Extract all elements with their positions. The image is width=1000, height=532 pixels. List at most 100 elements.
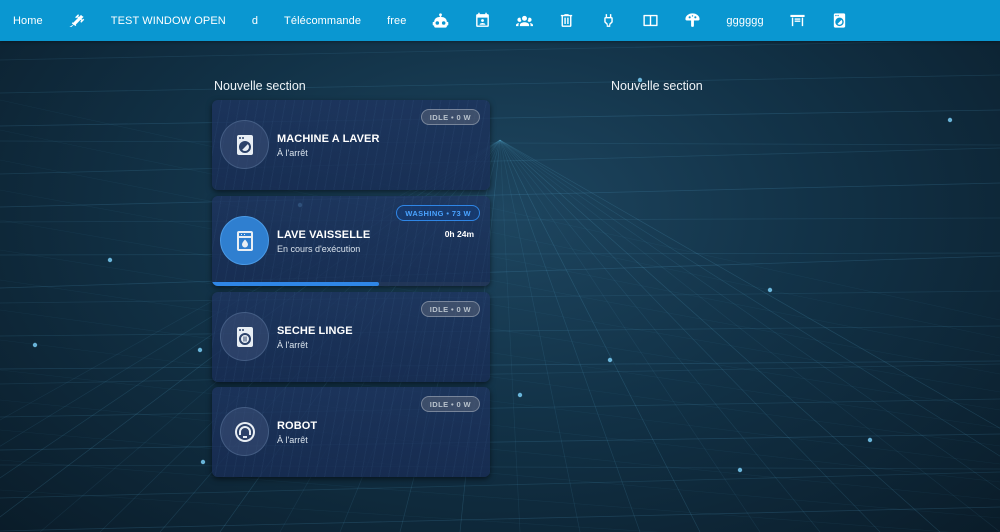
grid-line — [0, 290, 1000, 304]
card-icon-circle[interactable] — [220, 120, 269, 169]
tumble-dryer-icon — [236, 326, 253, 347]
status-badge: IDLE • 0 W — [420, 109, 480, 125]
glow-dot — [737, 467, 743, 473]
plug-icon — [604, 14, 613, 27]
grid-line — [499, 139, 521, 532]
card-state: À l'arrêt — [277, 148, 308, 158]
glow-dot — [767, 287, 773, 293]
mushroom-icon — [685, 13, 700, 27]
grid-line — [0, 159, 1000, 357]
status-badge: IDLE • 0 W — [420, 396, 480, 412]
card-icon-circle[interactable] — [220, 216, 269, 265]
remaining-time: 0h 24m — [444, 229, 474, 239]
card-icon-circle[interactable] — [220, 407, 269, 456]
tab-robot[interactable] — [419, 0, 461, 41]
trash-icon — [560, 14, 573, 27]
tab-plug[interactable] — [587, 0, 629, 41]
card-state: À l'arrêt — [277, 340, 308, 350]
appliance-card-robot[interactable]: ROBOT À l'arrêt IDLE • 0 W — [212, 387, 490, 477]
grid-line — [0, 109, 1000, 127]
card-title: ROBOT — [277, 420, 318, 432]
glow-dot — [107, 257, 113, 263]
grid-line — [0, 459, 952, 532]
tab-home[interactable]: Home — [0, 0, 56, 41]
tab-label: free — [387, 14, 407, 27]
dishwasher-icon — [236, 230, 253, 251]
glow-dot — [867, 437, 873, 443]
account-group-icon — [515, 15, 533, 27]
grid-line — [0, 39, 1000, 61]
card-state: À l'arrêt — [277, 435, 308, 445]
card-icon-circle[interactable] — [220, 312, 269, 361]
tab-book-open[interactable] — [629, 0, 671, 41]
robot-arm-icon — [69, 14, 85, 27]
grid-line — [0, 325, 1000, 337]
grid-line — [0, 360, 1000, 370]
glow-dot — [32, 342, 38, 348]
washing-machine-icon — [834, 13, 846, 28]
glow-dot — [200, 459, 206, 465]
tab-free[interactable]: free — [374, 0, 419, 41]
grid-line — [0, 255, 1000, 289]
appliance-card-washing-machine[interactable]: MACHINE A LAVER À l'arrêt IDLE • 0 W — [212, 100, 490, 190]
grid-line — [0, 429, 1000, 519]
tab-washing-machine[interactable] — [819, 0, 861, 41]
robot-vacuum-icon — [234, 421, 255, 442]
tab-robot-arm[interactable] — [56, 0, 98, 41]
robot-icon — [432, 13, 449, 28]
grid-line — [0, 182, 1000, 208]
grid-line — [0, 433, 1000, 451]
tab-test-window-open[interactable]: TEST WINDOW OPEN — [98, 0, 239, 41]
status-badge: IDLE • 0 W — [420, 301, 480, 317]
washing-machine-icon — [236, 134, 253, 155]
grid-line — [0, 249, 1000, 411]
grid-line — [0, 464, 1000, 470]
appliance-card-dryer[interactable]: SECHE LINGE À l'arrêt IDLE • 0 W — [212, 292, 490, 382]
grid-line — [0, 506, 1000, 532]
tab-gggggg[interactable]: gggggg — [713, 0, 776, 41]
tab-gate[interactable] — [777, 0, 819, 41]
tab-label: Télécommande — [284, 14, 362, 27]
background-grid — [0, 0, 1000, 532]
tab-trash[interactable] — [545, 0, 587, 41]
grid-line — [0, 363, 1000, 385]
book-open-icon — [643, 14, 658, 27]
tab-d[interactable]: d — [239, 0, 271, 41]
grid-line — [499, 139, 941, 532]
tab-label: gggggg — [726, 14, 764, 27]
card-title: MACHINE A LAVER — [277, 133, 380, 145]
grid-line — [499, 139, 701, 532]
tab-account-group[interactable] — [503, 0, 545, 41]
glow-dot — [197, 347, 203, 353]
top-navigation-bar: Home TEST WINDOW OPEN d Télécommande fre… — [0, 0, 1000, 41]
progress-bar — [212, 282, 490, 286]
tab-label: d — [251, 14, 259, 27]
tab-label: Home — [13, 14, 43, 27]
grid-line — [499, 139, 581, 532]
card-state: En cours d'exécution — [277, 244, 361, 254]
tab-label: TEST WINDOW OPEN — [110, 14, 226, 27]
section-title-left: Nouvelle section — [214, 79, 306, 93]
tab-calendar-account[interactable] — [461, 0, 503, 41]
glow-dot — [947, 117, 953, 123]
glow-dot — [517, 392, 523, 398]
calendar-account-icon — [476, 12, 489, 27]
glow-dot — [607, 357, 613, 363]
card-title: SECHE LINGE — [277, 325, 353, 337]
grid-line — [499, 139, 881, 532]
grid-line — [499, 139, 821, 532]
grid-line — [499, 139, 1000, 532]
grid-line — [0, 74, 1000, 94]
card-title: LAVE VAISSELLE — [277, 229, 371, 241]
gate-icon — [790, 14, 805, 27]
grid-line — [0, 219, 1000, 393]
grid-line — [0, 252, 1000, 256]
appliance-card-dishwasher[interactable]: LAVE VAISSELLE En cours d'exécution WASH… — [212, 196, 490, 286]
section-title-right: Nouvelle section — [611, 79, 703, 93]
grid-line — [0, 217, 1000, 223]
tab-telecommande[interactable]: Télécommande — [271, 0, 374, 41]
background-grid-lines — [0, 39, 1000, 532]
grid-line — [499, 139, 641, 532]
tab-mushroom[interactable] — [671, 0, 713, 41]
grid-line — [0, 309, 1000, 447]
